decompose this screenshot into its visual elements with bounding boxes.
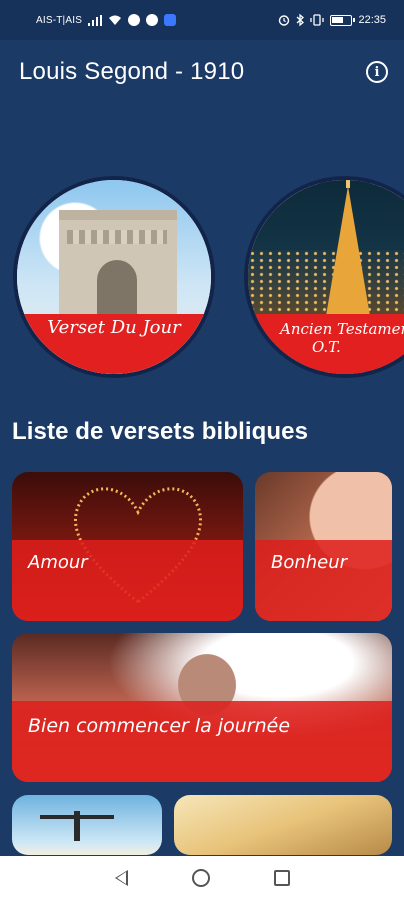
person-sky-image xyxy=(12,795,162,855)
card-amour[interactable]: Amour xyxy=(12,472,243,621)
system-nav-bar xyxy=(0,856,404,900)
vpn-icon xyxy=(164,14,177,26)
app-bar: Louis Segond - 1910 i xyxy=(0,40,404,104)
battery-icon xyxy=(330,14,356,26)
card-amour-label: Amour xyxy=(28,552,88,573)
verset-du-jour-label: Verset Du Jour xyxy=(47,317,181,338)
sync-icon xyxy=(146,14,159,26)
golden-light-image xyxy=(174,795,392,855)
card-person-sky[interactable] xyxy=(12,795,162,855)
wifi-icon xyxy=(108,15,122,26)
clock: 22:35 xyxy=(358,14,386,26)
alarm-icon xyxy=(278,14,290,26)
card-golden-light[interactable] xyxy=(174,795,392,855)
ancien-testament-tile[interactable]: Ancien Testamen O.T. xyxy=(244,176,404,378)
card-bien-commencer[interactable]: Bien commencer la journée xyxy=(12,633,392,782)
back-icon[interactable] xyxy=(114,870,128,886)
section-title: Liste de versets bibliques xyxy=(12,418,309,445)
vibrate-icon xyxy=(310,14,325,26)
bluetooth-icon xyxy=(296,14,305,26)
messenger-icon xyxy=(128,14,141,26)
signal-icon xyxy=(88,14,103,26)
carrier-label: AIS-T|AIS xyxy=(36,14,83,26)
card-bonheur-label: Bonheur xyxy=(271,552,348,573)
recent-apps-icon[interactable] xyxy=(273,870,290,886)
status-right: 22:35 xyxy=(278,14,386,26)
card-bonheur[interactable]: Bonheur xyxy=(255,472,392,621)
ancien-testament-line-2: O.T. xyxy=(312,338,341,356)
status-left: AIS-T|AIS xyxy=(36,14,177,26)
home-icon[interactable] xyxy=(191,869,210,887)
status-bar: AIS-T|AIS 22:35 xyxy=(0,0,404,40)
featured-carousel[interactable]: Verset Du Jour Ancien Testamen O.T. xyxy=(0,176,404,382)
arch-shape xyxy=(59,210,177,320)
card-bien-commencer-label: Bien commencer la journée xyxy=(28,715,291,737)
eiffel-tower-shape xyxy=(326,180,370,316)
card-label-band xyxy=(12,701,392,782)
ancien-testament-label: Ancien Testamen O.T. xyxy=(248,320,404,356)
info-icon[interactable]: i xyxy=(366,61,388,83)
verset-du-jour-tile[interactable]: Verset Du Jour xyxy=(13,176,215,378)
app-title: Louis Segond - 1910 xyxy=(19,58,245,85)
person-figure xyxy=(40,811,114,841)
ancien-testament-line-1: Ancien Testamen xyxy=(280,320,404,338)
